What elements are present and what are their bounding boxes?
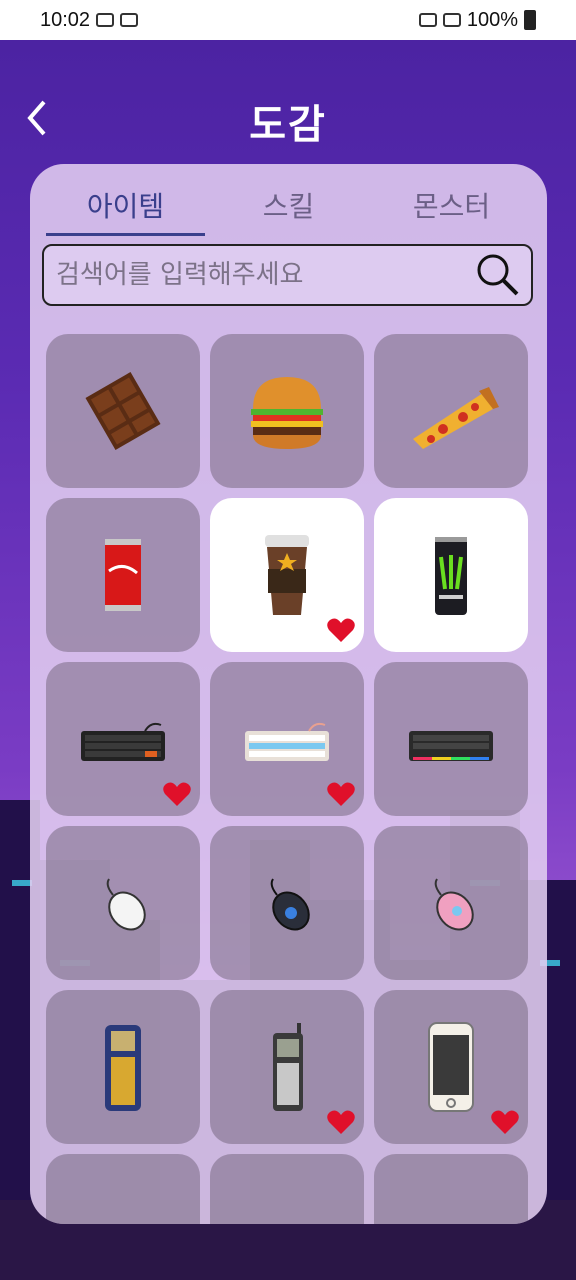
item-card-coffee[interactable] bbox=[210, 498, 364, 652]
hamburger-icon bbox=[251, 377, 323, 449]
search-input[interactable] bbox=[54, 259, 475, 291]
heart-icon[interactable] bbox=[162, 780, 192, 808]
item-card-pink-mouse[interactable] bbox=[374, 826, 528, 980]
notification-icon bbox=[96, 13, 115, 27]
image-icon bbox=[120, 13, 139, 27]
heart-icon[interactable] bbox=[326, 1108, 356, 1136]
pink-mouse-icon bbox=[434, 878, 474, 931]
heart-icon[interactable] bbox=[326, 780, 356, 808]
item-card-pizza[interactable] bbox=[374, 334, 528, 488]
tab-items[interactable]: 아이템 bbox=[44, 186, 207, 236]
alarm-icon bbox=[418, 13, 437, 27]
item-card-white-mouse[interactable] bbox=[46, 826, 200, 980]
rgb-keyboard-icon bbox=[409, 731, 493, 761]
item-card-retro-phone[interactable] bbox=[46, 990, 200, 1144]
wifi-icon bbox=[442, 13, 461, 27]
search-bar bbox=[42, 244, 533, 306]
heart-icon[interactable] bbox=[490, 1108, 520, 1136]
item-card-white-keyboard[interactable] bbox=[210, 662, 364, 816]
tab-skills[interactable]: 스킬 bbox=[207, 186, 370, 234]
item-card-smartphone[interactable] bbox=[374, 990, 528, 1144]
page-title: 도감 bbox=[249, 102, 327, 148]
battery-icon bbox=[524, 10, 536, 30]
item-card[interactable] bbox=[46, 1154, 200, 1224]
chocolate-bar-icon bbox=[85, 372, 161, 450]
item-icon bbox=[403, 1183, 499, 1224]
item-grid bbox=[46, 334, 532, 1224]
heart-icon[interactable] bbox=[326, 616, 356, 644]
item-card-cellphone[interactable] bbox=[210, 990, 364, 1144]
item-card[interactable] bbox=[210, 1154, 364, 1224]
clock: 10:02 bbox=[40, 8, 91, 31]
item-card-rgb-keyboard[interactable] bbox=[374, 662, 528, 816]
search-icon[interactable] bbox=[475, 252, 521, 298]
black-keyboard-icon bbox=[81, 722, 165, 761]
item-card-energy-drink[interactable] bbox=[374, 498, 528, 652]
item-card[interactable] bbox=[374, 1154, 528, 1224]
pizza-slice-icon bbox=[413, 387, 499, 449]
item-icon bbox=[239, 1183, 335, 1224]
collection-panel: 아이템 스킬 몬스터 bbox=[30, 164, 547, 1224]
flip-cellphone-icon bbox=[273, 1023, 303, 1111]
energy-drink-can-icon bbox=[435, 537, 467, 615]
item-card-black-keyboard[interactable] bbox=[46, 662, 200, 816]
item-card-cola[interactable] bbox=[46, 498, 200, 652]
tab-bar: 아이템 스킬 몬스터 bbox=[44, 186, 533, 236]
coffee-cup-icon bbox=[265, 535, 309, 615]
white-mouse-icon bbox=[106, 878, 146, 931]
item-card-hamburger[interactable] bbox=[210, 334, 364, 488]
item-card-chocolate[interactable] bbox=[46, 334, 200, 488]
status-bar: 10:02 100% bbox=[0, 0, 576, 40]
item-card-gaming-mouse[interactable] bbox=[210, 826, 364, 980]
cola-can-icon bbox=[105, 539, 141, 611]
tab-monsters[interactable]: 몬스터 bbox=[370, 186, 533, 234]
item-icon bbox=[75, 1183, 171, 1224]
white-blue-keyboard-icon bbox=[245, 722, 329, 761]
retro-phone-icon bbox=[105, 1025, 141, 1111]
battery-percent: 100% bbox=[466, 8, 518, 31]
blue-gaming-mouse-icon bbox=[270, 878, 310, 931]
smartphone-icon bbox=[428, 1022, 474, 1112]
